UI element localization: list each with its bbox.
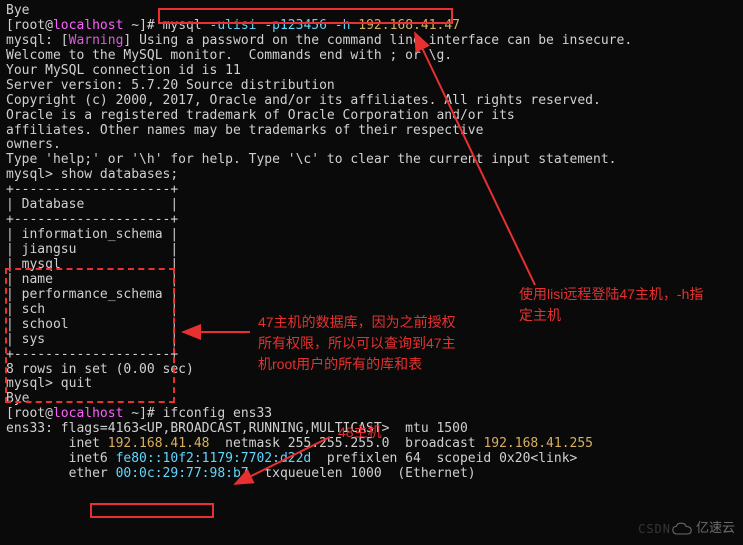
trademark-line: owners.	[6, 138, 737, 153]
highlight-local-ip	[90, 503, 214, 518]
table-border: +--------------------+	[6, 213, 737, 228]
ipv6-addr: fe80::10f2:1179:7702:d22d	[116, 451, 312, 466]
welcome-line: Welcome to the MySQL monitor. Commands e…	[6, 49, 737, 64]
hostname: localhost	[53, 18, 123, 33]
local-ip: 192.168.41.48	[108, 436, 210, 451]
terminal-output: Bye [root@localhost ~]# mysql -ulisi -p1…	[6, 4, 737, 482]
csdn-watermark: CSDN	[638, 523, 671, 537]
bracket: [root@	[6, 406, 53, 421]
annotation-databases: 47主机的数据库，因为之前授权 所有权限，所以可以查询到47主 机root用户的…	[258, 312, 478, 375]
show-databases-cmd[interactable]: mysql> show databases;	[6, 168, 737, 183]
warning-tag: Warning	[69, 33, 124, 48]
cloud-icon	[672, 521, 692, 537]
server-line: Server version: 5.7.20 Source distributi…	[6, 79, 737, 94]
annotation-host48: 48主机	[338, 422, 382, 443]
warning-line: mysql: [Warning] Using a password on the…	[6, 34, 737, 49]
prompt-suffix: ~]#	[123, 18, 162, 33]
ifconfig-cmd: ifconfig ens33	[163, 406, 273, 421]
bye-line: Bye	[6, 4, 737, 19]
watermark-text: 亿速云	[696, 522, 735, 537]
yisu-watermark: 亿速云	[672, 521, 735, 537]
prompt-line-1[interactable]: [root@localhost ~]# mysql -ulisi -p12345…	[6, 19, 737, 34]
mysql-user-flag: -ulisi	[210, 18, 265, 33]
connid-line: Your MySQL connection id is 11	[6, 64, 737, 79]
table-row: | jiangsu |	[6, 243, 737, 258]
prompt-line-2[interactable]: [root@localhost ~]# ifconfig ens33	[6, 407, 737, 422]
inet6-line: inet6 fe80::10f2:1179:7702:d22d prefixle…	[6, 452, 737, 467]
mysql-pass-flag: -p123456	[264, 18, 334, 33]
help-line: Type 'help;' or '\h' for help. Type '\c'…	[6, 153, 737, 168]
table-row: | information_schema |	[6, 228, 737, 243]
quit-cmd[interactable]: mysql> quit	[6, 377, 737, 392]
prompt-suffix: ~]#	[123, 406, 162, 421]
mac-addr: 00:0c:29:77:98:b7	[116, 466, 249, 481]
table-row: | mysql |	[6, 258, 737, 273]
table-header: | Database |	[6, 198, 737, 213]
copyright-line: Copyright (c) 2000, 2017, Oracle and/or …	[6, 94, 737, 109]
table-border: +--------------------+	[6, 183, 737, 198]
bye-line: Bye	[6, 392, 737, 407]
broadcast-ip: 192.168.41.255	[483, 436, 593, 451]
mysql-host-ip: 192.168.41.47	[358, 18, 460, 33]
bracket: [root@	[6, 18, 53, 33]
mysql-cmd: mysql	[163, 18, 210, 33]
ether-line: ether 00:0c:29:77:98:b7 txqueuelen 1000 …	[6, 467, 737, 482]
hostname: localhost	[53, 406, 123, 421]
annotation-remote-login: 使用lisi远程登陆47主机，-h指 定主机	[519, 284, 729, 326]
trademark-line: affiliates. Other names may be trademark…	[6, 124, 737, 139]
trademark-line: Oracle is a registered trademark of Orac…	[6, 109, 737, 124]
mysql-host-flag: -h	[335, 18, 358, 33]
